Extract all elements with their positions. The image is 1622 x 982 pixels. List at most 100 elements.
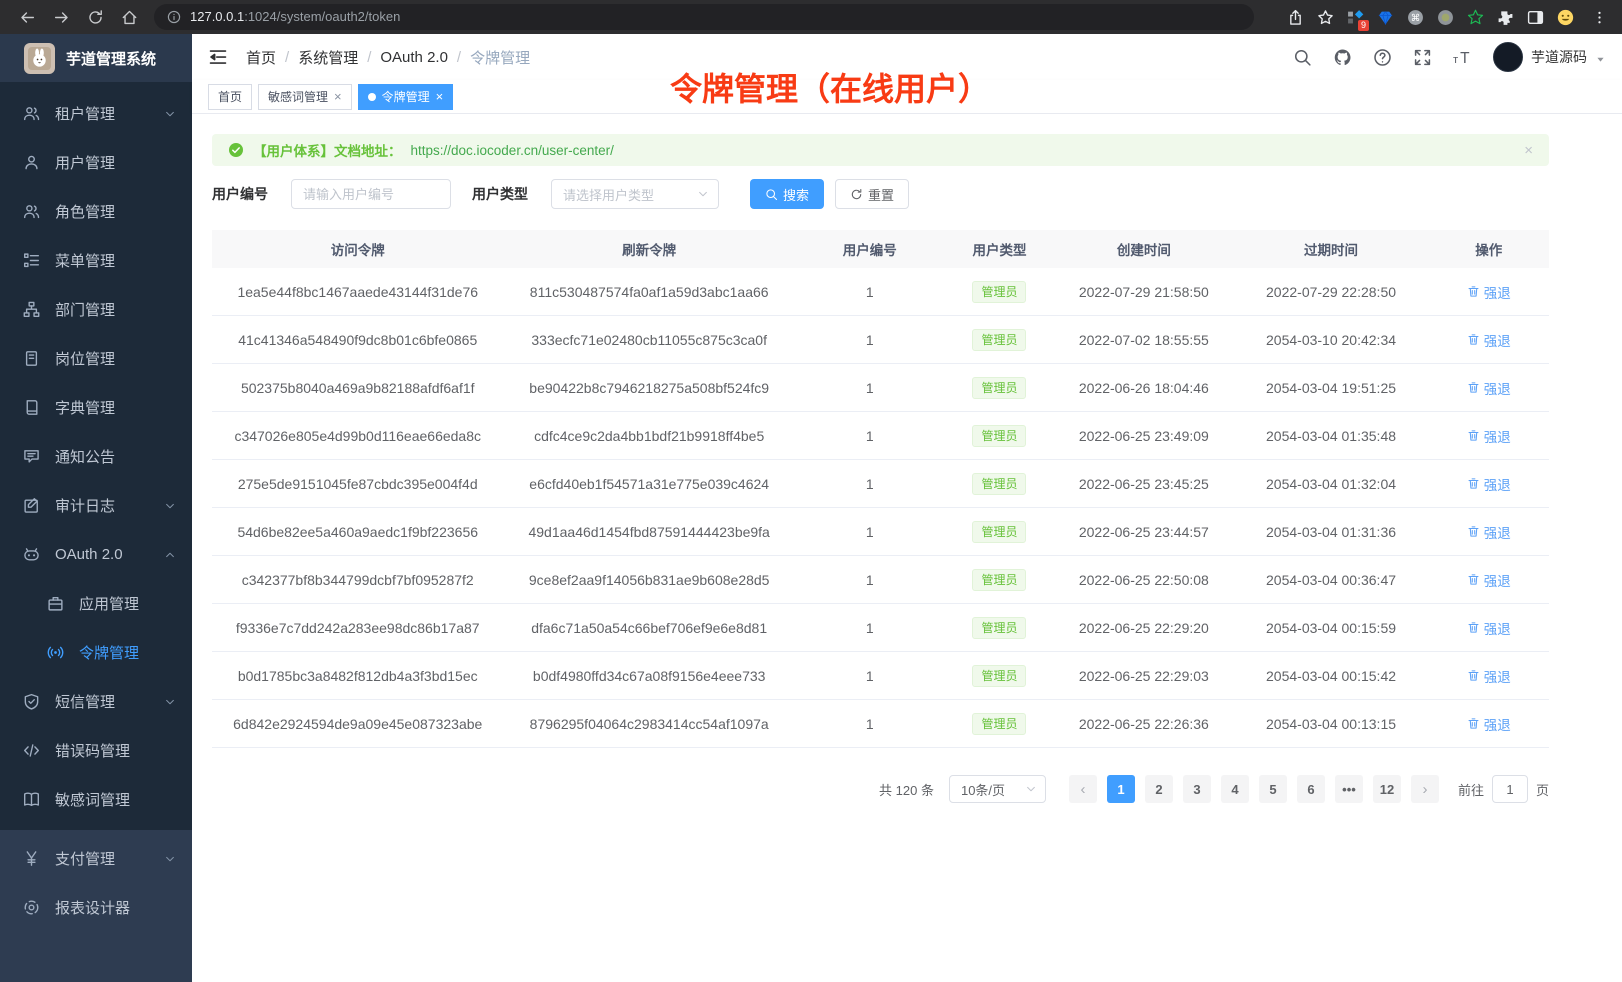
breadcrumb-item[interactable]: 系统管理 — [298, 47, 358, 68]
force-logout-button[interactable]: 强退 — [1467, 378, 1511, 398]
token-table: 访问令牌刷新令牌用户编号用户类型创建时间过期时间操作 1ea5e44f8bc14… — [212, 230, 1549, 748]
extensions-menu[interactable] — [1492, 4, 1518, 30]
sidebar-collapse-button[interactable] — [208, 47, 228, 67]
next-page-button[interactable]: › — [1411, 775, 1439, 803]
github-icon[interactable] — [1333, 48, 1352, 67]
browser-back-button[interactable] — [15, 5, 39, 29]
user-menu[interactable]: 芋道源码 — [1493, 42, 1606, 72]
page-size-value: 10条/页 — [961, 780, 1005, 799]
sidebar-item-audit[interactable]: 审计日志 — [0, 481, 192, 530]
force-logout-button[interactable]: 强退 — [1467, 474, 1511, 494]
page-button-5[interactable]: 5 — [1259, 775, 1287, 803]
search-icon[interactable] — [1293, 48, 1312, 67]
user-id-cell: 1 — [795, 524, 945, 540]
extension-star[interactable] — [1462, 4, 1488, 30]
sidebar-item-user[interactable]: 用户管理 — [0, 138, 192, 187]
browser-menu-button[interactable] — [1586, 4, 1612, 30]
sidebar-item-menu[interactable]: 菜单管理 — [0, 236, 192, 285]
sidebar-item-errcode[interactable]: 错误码管理 — [0, 726, 192, 775]
user-type-badge: 管理员 — [972, 521, 1026, 543]
sidebar-item-role[interactable]: 角色管理 — [0, 187, 192, 236]
extension-gem[interactable] — [1372, 4, 1398, 30]
extension-command[interactable]: ⌘ — [1402, 4, 1428, 30]
page-content: 【用户体系】文档地址： https://doc.iocoder.cn/user-… — [192, 114, 1622, 982]
sidebar-item-sensitive-word[interactable]: 敏感词管理 — [0, 775, 192, 824]
side-panel-button[interactable] — [1522, 4, 1548, 30]
force-logout-button[interactable]: 强退 — [1467, 330, 1511, 350]
user-id-cell: 1 — [795, 332, 945, 348]
page-button-1[interactable]: 1 — [1107, 775, 1135, 803]
force-logout-button[interactable]: 强退 — [1467, 714, 1511, 734]
tab-close-icon[interactable]: × — [436, 90, 444, 103]
sidebar-item-notice[interactable]: 通知公告 — [0, 432, 192, 481]
prev-page-button[interactable]: ‹ — [1069, 775, 1097, 803]
page-button-6[interactable]: 6 — [1297, 775, 1325, 803]
font-size-icon[interactable]: тT — [1453, 48, 1472, 67]
sidebar-item-tenant[interactable]: 租户管理 — [0, 89, 192, 138]
column-header: 刷新令牌 — [503, 239, 794, 259]
sidebar-item-dept[interactable]: 部门管理 — [0, 285, 192, 334]
browser-forward-button[interactable] — [49, 5, 73, 29]
column-header: 用户编号 — [795, 239, 945, 259]
jump-page-input[interactable] — [1492, 775, 1528, 803]
table-header: 访问令牌刷新令牌用户编号用户类型创建时间过期时间操作 — [212, 230, 1549, 268]
user-type-badge: 管理员 — [972, 329, 1026, 351]
force-logout-button[interactable]: 强退 — [1467, 282, 1511, 302]
force-logout-button[interactable]: 强退 — [1467, 666, 1511, 686]
help-icon[interactable] — [1373, 48, 1392, 67]
force-logout-button[interactable]: 强退 — [1467, 426, 1511, 446]
doc-link[interactable]: https://doc.iocoder.cn/user-center/ — [411, 143, 614, 158]
breadcrumb-separator: / — [457, 49, 461, 66]
user-type-cell: 管理员 — [945, 521, 1055, 543]
force-logout-button[interactable]: 强退 — [1467, 618, 1511, 638]
refresh-token-cell: be90422b8c7946218275a508bf524fc9 — [503, 380, 794, 396]
bookmark-button[interactable] — [1312, 4, 1338, 30]
page-button-2[interactable]: 2 — [1145, 775, 1173, 803]
address-bar[interactable]: 127.0.0.1:1024/system/oauth2/token — [154, 4, 1254, 30]
breadcrumb-item[interactable]: 首页 — [246, 47, 276, 68]
sidebar-item-oauth2-token[interactable]: 令牌管理 — [0, 628, 192, 677]
extension-devtools[interactable]: 9 — [1342, 4, 1368, 30]
sidebar-item-oauth2-app[interactable]: 应用管理 — [0, 579, 192, 628]
sidebar-item-report[interactable]: 报表设计器 — [0, 883, 192, 932]
user-name: 芋道源码 — [1531, 47, 1587, 67]
breadcrumb-item[interactable]: OAuth 2.0 — [380, 49, 448, 66]
extension-recorder[interactable] — [1432, 4, 1458, 30]
browser-reload-button[interactable] — [83, 5, 107, 29]
app-logo[interactable]: 芋道管理系统 — [0, 34, 192, 82]
sidebar-item-sms[interactable]: 短信管理 — [0, 677, 192, 726]
sidebar-item-post[interactable]: 岗位管理 — [0, 334, 192, 383]
user-id-input[interactable] — [291, 179, 451, 209]
jump-label-suffix: 页 — [1536, 780, 1549, 799]
user-type-select[interactable]: 请选择用户类型 — [551, 179, 719, 209]
force-logout-button[interactable]: 强退 — [1467, 570, 1511, 590]
site-info-icon[interactable] — [167, 10, 181, 24]
sidebar-item-pay[interactable]: 支付管理 — [0, 834, 192, 883]
action-cell: 强退 — [1429, 522, 1549, 542]
page-size-select[interactable]: 10条/页 — [949, 775, 1046, 803]
fullscreen-icon[interactable] — [1413, 48, 1432, 67]
page-button-4[interactable]: 4 — [1221, 775, 1249, 803]
force-logout-button[interactable]: 强退 — [1467, 522, 1511, 542]
reset-button[interactable]: 重置 — [835, 179, 909, 209]
access-token-cell: 54d6be82ee5a460a9aedc1f9bf223656 — [212, 524, 503, 540]
share-button[interactable] — [1282, 4, 1308, 30]
browser-home-button[interactable] — [117, 5, 141, 29]
sidebar-item-oauth2[interactable]: OAuth 2.0 — [0, 530, 192, 579]
action-cell: 强退 — [1429, 282, 1549, 302]
sidebar-item-label: 审计日志 — [55, 495, 115, 516]
tab-sensitive-word[interactable]: 敏感词管理× — [258, 84, 352, 110]
profile-button[interactable] — [1552, 4, 1578, 30]
trash-icon — [1467, 381, 1480, 394]
sidebar-item-dict[interactable]: 字典管理 — [0, 383, 192, 432]
search-button[interactable]: 搜索 — [750, 179, 824, 209]
tab-close-icon[interactable]: × — [334, 90, 342, 103]
alert-close-icon[interactable]: × — [1524, 142, 1533, 159]
more-pages-button[interactable]: ••• — [1335, 775, 1363, 803]
refresh-token-cell: 8796295f04064c2983414cc54af1097a — [503, 716, 794, 732]
page-button-3[interactable]: 3 — [1183, 775, 1211, 803]
tab-home[interactable]: 首页 — [208, 84, 252, 110]
page-button-12[interactable]: 12 — [1373, 775, 1401, 803]
tab-oauth2-token[interactable]: 令牌管理× — [358, 84, 454, 110]
force-logout-label: 强退 — [1484, 714, 1511, 734]
